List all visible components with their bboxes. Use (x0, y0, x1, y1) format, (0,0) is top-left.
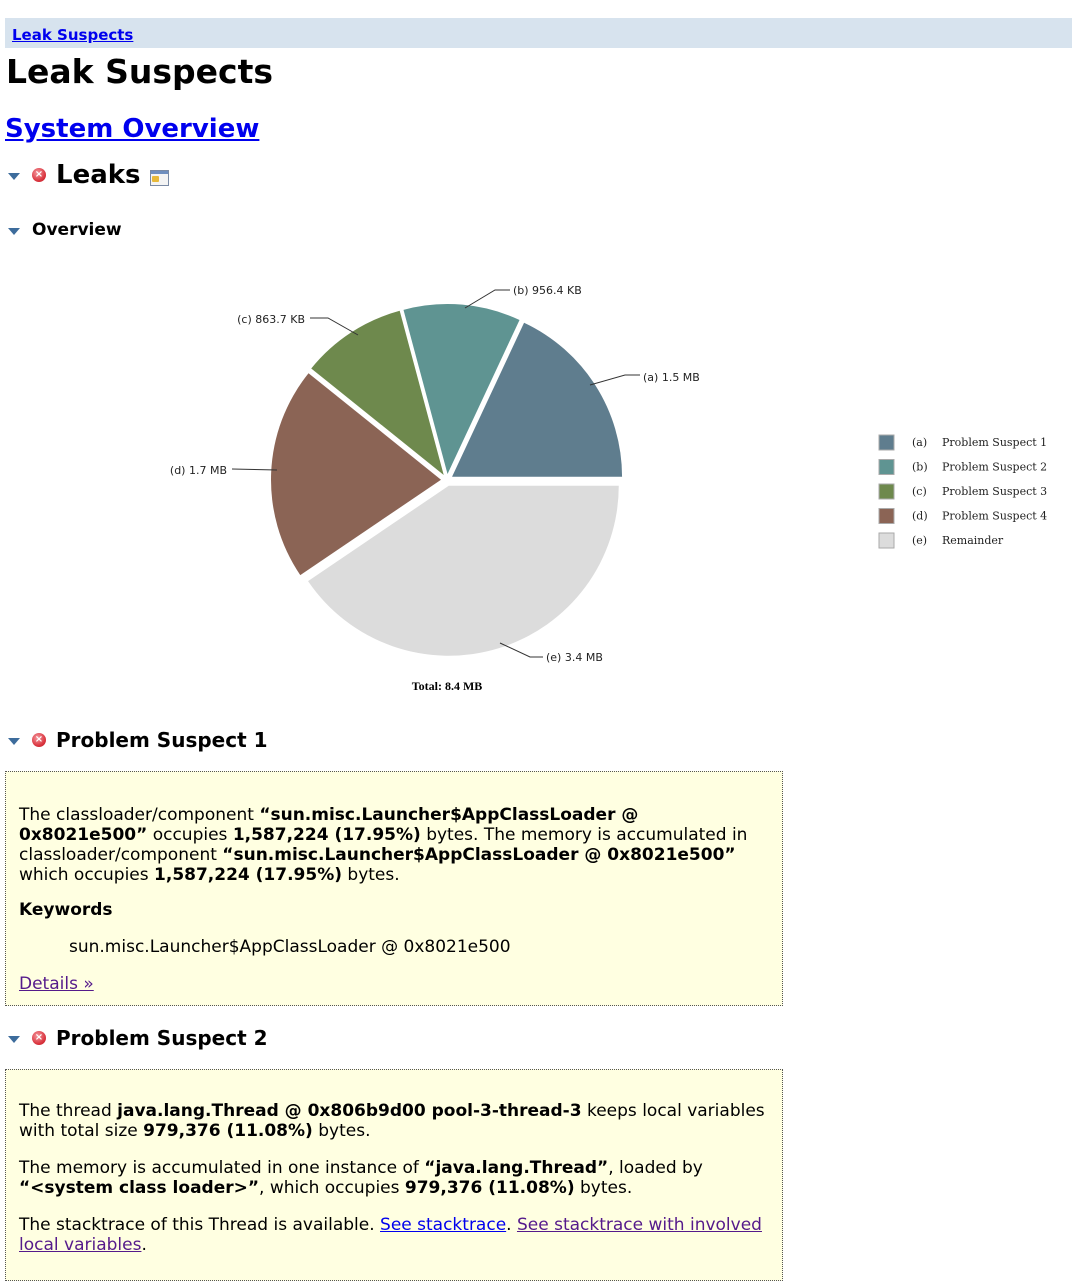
error-icon: × (32, 168, 46, 182)
collapse-triangle-icon[interactable] (8, 1036, 20, 1043)
overview-section-header[interactable]: Overview (8, 220, 122, 240)
problem-suspect-2-description: The thread java.lang.Thread @ 0x806b9d00… (19, 1101, 769, 1255)
legend-label: Problem Suspect 3 (942, 485, 1047, 498)
error-icon: × (32, 1031, 46, 1045)
bold-value: “java.lang.Thread” (424, 1158, 609, 1178)
bold-value: 979,376 (11.08%) (404, 1178, 575, 1198)
text-run: . (141, 1235, 147, 1255)
details-link[interactable]: Details » (19, 974, 94, 994)
problem-suspect-1-title: Problem Suspect 1 (56, 728, 268, 752)
text-run: The stacktrace of this Thread is availab… (19, 1215, 381, 1235)
problem-suspect-2-title: Problem Suspect 2 (56, 1026, 268, 1050)
legend-key: (e) (912, 534, 927, 547)
text-run: bytes. (342, 865, 400, 885)
text-run: , which occupies (259, 1178, 405, 1198)
text-run: . (506, 1215, 517, 1235)
problem-suspect-2-box: The thread java.lang.Thread @ 0x806b9d00… (5, 1069, 783, 1281)
text-run: The memory is accumulated in one instanc… (19, 1158, 425, 1178)
keyword-item: sun.misc.Launcher$AppClassLoader @ 0x802… (69, 937, 511, 957)
problem-suspect-1-header[interactable]: × Problem Suspect 1 (8, 728, 268, 752)
text-run: occupies (147, 825, 233, 845)
slice-data-label: (b) 956.4 KB (513, 284, 582, 297)
slice-data-label: (e) 3.4 MB (546, 651, 603, 664)
breadcrumb: Leak Suspects (5, 18, 1072, 48)
problem-suspect-1-box: The classloader/component “sun.misc.Laun… (5, 771, 783, 1006)
slice-data-label: (c) 863.7 KB (237, 313, 305, 326)
legend-swatch (878, 434, 895, 451)
stacktrace-link[interactable]: See stacktrace (380, 1215, 506, 1235)
text-run: , loaded by (608, 1158, 703, 1178)
legend-swatch (878, 459, 895, 475)
leader-line (310, 317, 359, 336)
bold-value: 979,376 (11.08%) (143, 1121, 313, 1141)
bold-value: 1,587,224 (17.95%) (232, 825, 421, 845)
description-paragraph: The stacktrace of this Thread is availab… (19, 1215, 769, 1255)
legend-swatch (878, 532, 895, 549)
slice-data-label: (a) 1.5 MB (643, 371, 700, 384)
text-run: bytes. (574, 1178, 633, 1198)
system-overview-link[interactable]: System Overview (5, 112, 259, 146)
legend-key: (b) (912, 461, 928, 474)
text-run: The thread (19, 1101, 118, 1121)
problem-suspect-1-description: The classloader/component “sun.misc.Laun… (19, 805, 769, 885)
legend-label: Remainder (942, 534, 1004, 547)
description-paragraph: The classloader/component “sun.misc.Laun… (19, 805, 769, 885)
legend-key: (d) (912, 510, 928, 523)
slice-data-label: (d) 1.7 MB (170, 464, 227, 477)
leaks-title: Leaks (56, 160, 141, 190)
legend-swatch (878, 508, 895, 524)
legend-label: Problem Suspect 2 (942, 461, 1047, 474)
open-in-window-icon[interactable] (149, 170, 169, 186)
leader-line (589, 374, 640, 386)
description-paragraph: The thread java.lang.Thread @ 0x806b9d00… (19, 1101, 769, 1141)
bold-value: “sun.misc.Launcher$AppClassLoader @ 0x80… (222, 845, 736, 865)
leader-line (231, 468, 278, 471)
pie-total-label: Total: 8.4 MB (412, 679, 483, 693)
legend-key: (c) (912, 485, 927, 498)
page-title: Leak Suspects (6, 52, 273, 91)
description-paragraph: The memory is accumulated in one instanc… (19, 1158, 769, 1198)
leaks-section-header[interactable]: × Leaks (8, 160, 169, 190)
bold-value: “<system class loader>” (19, 1178, 260, 1198)
bold-value: java.lang.Thread @ 0x806b9d00 pool-3-thr… (117, 1101, 582, 1121)
error-icon: × (32, 733, 46, 747)
legend-key: (a) (912, 436, 927, 449)
breadcrumb-leak-suspects-link[interactable]: Leak Suspects (12, 26, 133, 44)
legend-label: Problem Suspect 1 (942, 436, 1047, 449)
text-run: bytes. (312, 1121, 371, 1141)
overview-title: Overview (32, 220, 122, 240)
collapse-triangle-icon[interactable] (8, 228, 20, 235)
collapse-triangle-icon[interactable] (8, 173, 20, 180)
leader-line (464, 289, 510, 309)
text-run: which occupies (19, 865, 155, 885)
pie-chart: (a) 1.5 MB (a) Problem Suspect 1 (b) 956.4 … (170, 284, 1047, 693)
collapse-triangle-icon[interactable] (8, 738, 20, 745)
bold-value: 1,587,224 (17.95%) (154, 865, 343, 885)
legend-swatch (878, 483, 895, 500)
keywords-title: Keywords (19, 900, 113, 920)
legend-label: Problem Suspect 4 (942, 510, 1047, 523)
text-run: The classloader/component (19, 805, 260, 825)
problem-suspect-2-header[interactable]: × Problem Suspect 2 (8, 1026, 268, 1050)
